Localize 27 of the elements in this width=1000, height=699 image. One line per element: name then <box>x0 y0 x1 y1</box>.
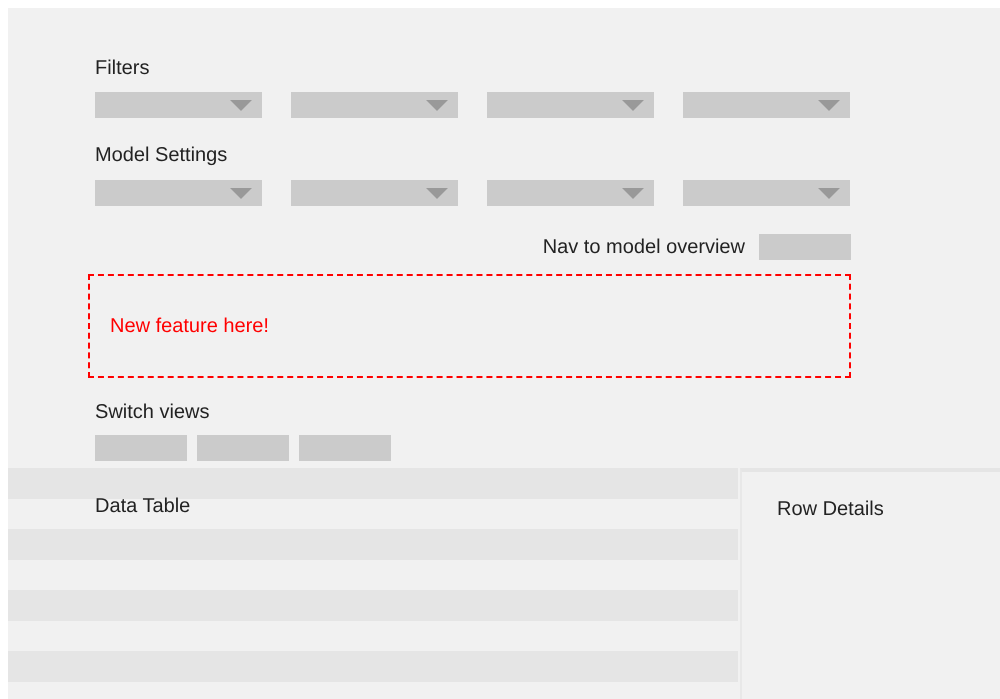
dropdown[interactable] <box>487 92 654 118</box>
view-button[interactable] <box>299 435 391 461</box>
caret-icon <box>426 188 448 198</box>
view-button[interactable] <box>197 435 289 461</box>
dropdown[interactable] <box>95 180 262 206</box>
panel-title: Row Details <box>777 497 884 521</box>
caret-icon <box>426 100 448 110</box>
dropdown[interactable] <box>291 92 458 118</box>
caret-icon <box>818 188 840 198</box>
caret-icon <box>622 188 644 198</box>
caret-icon <box>230 188 252 198</box>
dropdown[interactable] <box>683 180 850 206</box>
nav-button[interactable] <box>759 234 851 260</box>
dropdown[interactable] <box>683 92 850 118</box>
section-label: Model Settings <box>95 143 228 167</box>
caret-icon <box>622 100 644 110</box>
caret-icon <box>230 100 252 110</box>
table-title: Data Table <box>95 494 190 518</box>
view-button[interactable] <box>95 435 187 461</box>
dropdown[interactable] <box>291 180 458 206</box>
caret-icon <box>818 100 840 110</box>
placeholder-text: New feature here! <box>110 314 269 338</box>
nav-label: Nav to model overview <box>542 235 745 259</box>
dropdown[interactable] <box>487 180 654 206</box>
section-label: Switch views <box>95 400 210 424</box>
section-label: Filters <box>95 56 150 80</box>
dropdown[interactable] <box>95 92 262 118</box>
